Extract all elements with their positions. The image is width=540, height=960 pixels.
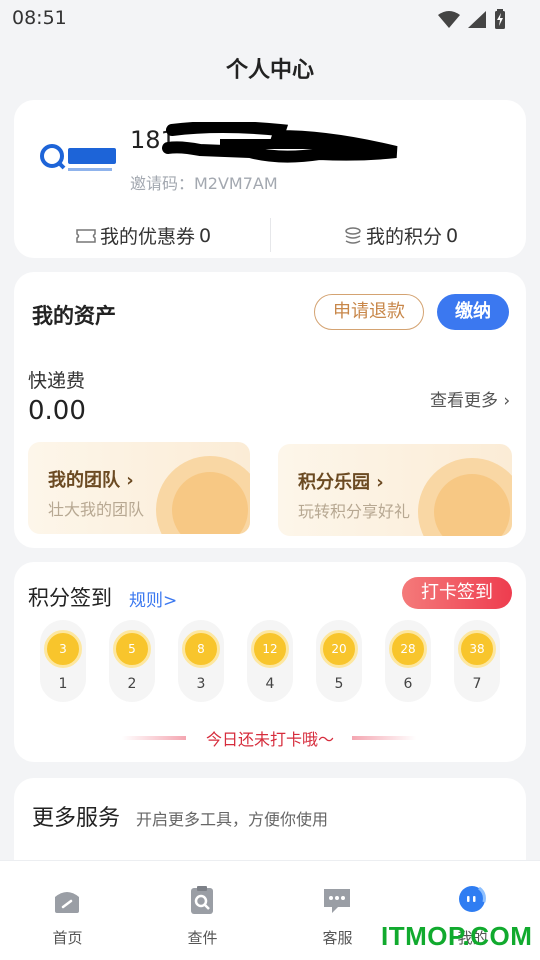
rules-link[interactable]: 规则> bbox=[129, 586, 177, 611]
coupon-label: 我的优惠券 bbox=[100, 226, 196, 248]
redaction-scribble bbox=[162, 122, 398, 163]
coin-icon: 8 bbox=[182, 630, 220, 668]
checkin-day: 12 4 bbox=[247, 620, 293, 702]
checkin-card: 积分签到 规则> 打卡签到 3 1 5 2 8 3 12 4 20 5 28 6… bbox=[14, 562, 526, 762]
checkin-day: 28 6 bbox=[385, 620, 431, 702]
services-subtitle: 开启更多工具，方便你使用 bbox=[136, 810, 329, 829]
chevron-right-icon: › bbox=[503, 391, 511, 411]
day-number: 1 bbox=[58, 676, 68, 692]
coin-icon: 3 bbox=[44, 630, 82, 668]
checkin-day: 3 1 bbox=[40, 620, 86, 702]
tab-tracking[interactable]: 查件 bbox=[135, 861, 270, 960]
message-divider-right bbox=[352, 736, 416, 740]
day-number: 3 bbox=[196, 676, 206, 692]
status-icons bbox=[438, 9, 506, 29]
assets-title: 我的资产 bbox=[32, 304, 116, 328]
status-bar: 08:51 bbox=[0, 0, 540, 36]
stat-divider bbox=[270, 218, 271, 252]
profile-stats: 我的优惠券 0 我的积分 0 bbox=[14, 218, 526, 254]
checkin-day: 5 2 bbox=[109, 620, 155, 702]
profile-icon bbox=[459, 886, 486, 912]
day-number: 7 bbox=[472, 676, 482, 692]
fee-label: 快递费 bbox=[28, 370, 86, 392]
tab-home[interactable]: 首页 bbox=[0, 861, 135, 960]
qbida-logo bbox=[40, 144, 116, 171]
checkin-title: 积分签到 bbox=[28, 586, 112, 610]
points-stack-icon bbox=[345, 226, 361, 244]
signal-icon bbox=[468, 10, 486, 28]
package-search-icon bbox=[191, 886, 213, 914]
checkin-button[interactable]: 打卡签到 bbox=[402, 577, 512, 609]
pay-button[interactable]: 缴纳 bbox=[437, 294, 509, 330]
park-subtitle: 玩转积分享好礼 bbox=[298, 502, 411, 521]
see-more-link[interactable]: 查看更多 › bbox=[430, 386, 510, 411]
coin-icon: 5 bbox=[113, 630, 151, 668]
wifi-icon bbox=[438, 10, 460, 28]
day-number: 5 bbox=[334, 676, 344, 692]
checkin-day: 38 7 bbox=[454, 620, 500, 702]
day-number: 2 bbox=[127, 676, 137, 692]
coin-icon: 12 bbox=[251, 630, 289, 668]
see-more-label: 查看更多 bbox=[430, 391, 498, 411]
invite-code: 邀请码：M2VM7AM bbox=[130, 174, 278, 193]
points-stat[interactable]: 我的积分 0 bbox=[344, 222, 458, 249]
chat-icon bbox=[324, 889, 350, 913]
team-subtitle: 壮大我的团队 bbox=[48, 500, 145, 519]
checkin-message: 今日还未打卡哦～ bbox=[205, 730, 334, 749]
day-number: 4 bbox=[265, 676, 275, 692]
profile-card: 181 邀请码：M2VM7AM 我的优惠券 0 我的积分 0 bbox=[14, 100, 526, 258]
fee-value: 0.00 bbox=[28, 396, 86, 426]
home-icon bbox=[55, 892, 79, 913]
coupon-count: 0 bbox=[199, 224, 212, 247]
tab-home-label: 首页 bbox=[52, 929, 83, 947]
coin-icon: 38 bbox=[458, 630, 496, 668]
coupon-stat[interactable]: 我的优惠券 0 bbox=[76, 222, 211, 249]
status-time: 08:51 bbox=[12, 7, 67, 29]
checkin-day: 8 3 bbox=[178, 620, 224, 702]
star-icon bbox=[418, 458, 512, 536]
points-count: 0 bbox=[446, 224, 459, 247]
coin-icon: 20 bbox=[320, 630, 358, 668]
page-title: 个人中心 bbox=[225, 58, 314, 83]
team-title: 我的团队 › bbox=[48, 470, 134, 491]
refund-button[interactable]: 申请退款 bbox=[314, 294, 424, 330]
site-watermark: ITMOP.COM bbox=[381, 921, 533, 951]
tab-tracking-label: 查件 bbox=[187, 929, 218, 947]
my-team-banner[interactable]: 我的团队 › 壮大我的团队 bbox=[28, 442, 250, 534]
park-title: 积分乐园 › bbox=[298, 472, 384, 493]
points-label: 我的积分 bbox=[366, 226, 443, 248]
assets-card: 我的资产 申请退款 缴纳 快递费 0.00 查看更多 › 我的团队 › 壮大我的… bbox=[14, 272, 526, 548]
coin-icon: 28 bbox=[389, 630, 427, 668]
battery-charging-icon bbox=[495, 9, 505, 29]
checkin-day: 20 5 bbox=[316, 620, 362, 702]
team-people-icon bbox=[156, 456, 250, 534]
services-title: 更多服务 bbox=[32, 806, 121, 831]
coupon-icon bbox=[76, 228, 96, 243]
day-number: 6 bbox=[403, 676, 413, 692]
points-park-banner[interactable]: 积分乐园 › 玩转积分享好礼 bbox=[278, 444, 512, 536]
